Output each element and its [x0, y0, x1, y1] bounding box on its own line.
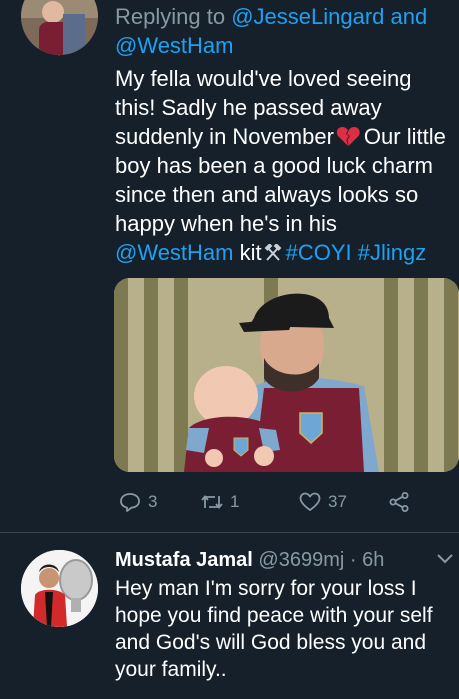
share-icon — [389, 492, 409, 512]
avatar[interactable] — [21, 550, 98, 627]
hashtag-jlingz[interactable]: #Jlingz — [358, 240, 426, 265]
retweet-button[interactable]: 1 — [200, 486, 239, 518]
tweet-reply-2[interactable]: Mustafa Jamal @3699mj · 6h Hey man I'm s… — [0, 533, 459, 699]
tweet-header: Mustafa Jamal @3699mj · 6h — [115, 547, 445, 573]
tweet-actions: 3 1 37 — [114, 486, 459, 518]
tweet-text-part3: kit — [239, 240, 262, 265]
separator-dot: · — [349, 549, 357, 571]
avatar[interactable] — [21, 0, 98, 55]
tweet-reply[interactable]: Replying to @JesseLingard and @WestHam M… — [0, 0, 459, 535]
like-count: 37 — [328, 492, 347, 511]
reply-icon — [120, 493, 140, 512]
replying-prefix: Replying to — [115, 4, 226, 29]
display-name[interactable]: Mustafa Jamal — [115, 549, 253, 571]
reply-count: 3 — [148, 492, 158, 511]
broken-heart-emoji-icon — [336, 126, 360, 146]
replying-user-jesselingard[interactable]: @JesseLingard — [231, 4, 384, 29]
like-button[interactable]: 37 — [298, 486, 347, 518]
tweet-photo[interactable] — [114, 278, 459, 472]
replying-to: Replying to @JesseLingard and @WestHam — [115, 2, 455, 60]
hashtag-coyi[interactable]: #COYI — [286, 240, 352, 265]
mention-westham[interactable]: @WestHam — [115, 240, 234, 265]
hammers-icon — [264, 244, 282, 261]
replying-and: and — [390, 4, 428, 29]
reply-button[interactable]: 3 — [118, 486, 157, 518]
chevron-down-icon[interactable] — [435, 552, 455, 566]
user-handle[interactable]: @3699mj — [258, 549, 344, 571]
like-icon — [299, 492, 321, 511]
replying-user-westham[interactable]: @WestHam — [115, 33, 234, 58]
retweet-icon — [201, 495, 223, 509]
share-button[interactable] — [387, 486, 411, 518]
timeline: Replying to @JesseLingard and @WestHam M… — [0, 0, 459, 699]
tweet-text: Hey man I'm sorry for your loss I hope y… — [115, 577, 433, 681]
retweet-count: 1 — [230, 492, 240, 511]
tweet-text: My fella would've loved seeing this! Sad… — [115, 64, 455, 267]
timestamp[interactable]: 6h — [362, 549, 384, 571]
